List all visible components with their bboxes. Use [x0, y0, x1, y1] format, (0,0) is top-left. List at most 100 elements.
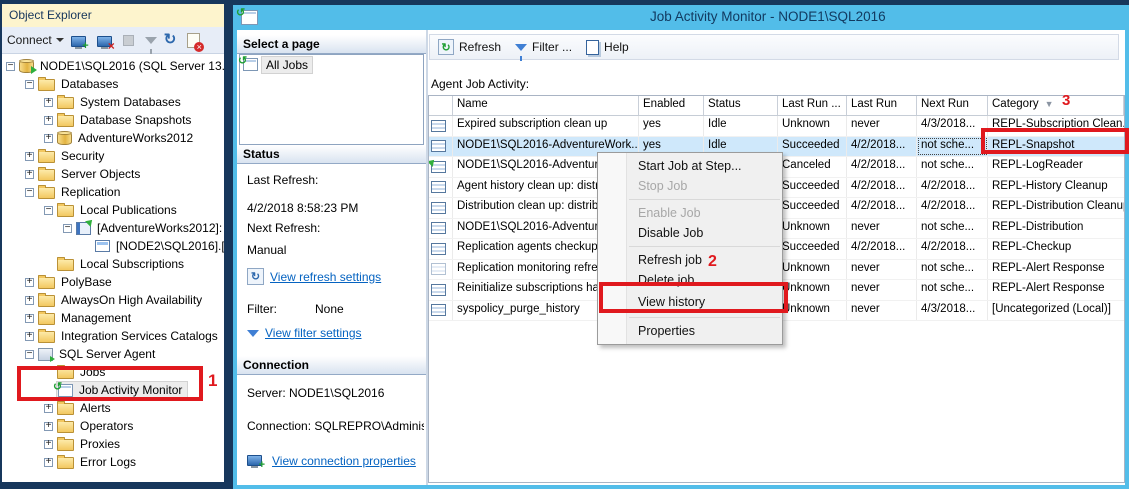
folder-icon	[57, 437, 74, 451]
folder-icon	[38, 185, 55, 199]
tree-item-sql-server-agent[interactable]: SQL Server Agent	[2, 345, 224, 363]
connection-header: Connection	[237, 356, 426, 375]
tree-item-server[interactable]: NODE1\SQL2016 (SQL Server 13.0.	[2, 57, 224, 75]
tree-item-server-objects[interactable]: Server Objects	[2, 165, 224, 183]
connect-button[interactable]: Connect	[7, 33, 64, 47]
collapse-icon[interactable]	[25, 349, 34, 359]
header-last-run-outcome[interactable]: Last Run ...	[778, 96, 847, 115]
page-item-all-jobs[interactable]: All Jobs	[238, 54, 423, 74]
job-icon	[431, 181, 446, 194]
expand-icon[interactable]	[44, 115, 53, 125]
filter-button[interactable]: Filter ...	[511, 38, 576, 61]
ssms-screen: Object Explorer Connect ↻ NODE1\SQL2016 …	[0, 0, 1129, 489]
all-jobs-icon	[238, 54, 258, 71]
tree-item-operators[interactable]: Operators	[2, 417, 224, 435]
job-icon	[431, 140, 446, 153]
tree-item-alwayson[interactable]: AlwaysOn High Availability	[2, 291, 224, 309]
menu-item-refresh-job[interactable]: Refresh job	[598, 250, 782, 270]
grid-header-row: Name Enabled Status Last Run ... Last Ru…	[429, 96, 1124, 116]
tree-item-databases[interactable]: Databases	[2, 75, 224, 93]
connect-server-icon[interactable]	[70, 35, 89, 52]
tree-item-system-databases[interactable]: System Databases	[2, 93, 224, 111]
expand-icon[interactable]	[44, 457, 53, 467]
view-connection-properties-link[interactable]: View connection properties	[247, 454, 424, 468]
expand-icon[interactable]	[44, 421, 53, 431]
header-last-run[interactable]: Last Run	[847, 96, 917, 115]
header-status[interactable]: Status	[704, 96, 778, 115]
view-refresh-settings-link[interactable]: ↻ View refresh settings	[247, 268, 424, 285]
header-next-run[interactable]: Next Run	[917, 96, 988, 115]
tree-item-replication[interactable]: Replication	[2, 183, 224, 201]
header-enabled[interactable]: Enabled	[639, 96, 704, 115]
expand-icon[interactable]	[25, 313, 34, 323]
menu-item-disable-job[interactable]: Disable Job	[598, 223, 782, 243]
tree-item-error-logs[interactable]: Error Logs	[2, 453, 224, 471]
menu-item-enable-job: Enable Job	[638, 206, 701, 220]
tree-item-subscription[interactable]: [NODE2\SQL2016].[	[2, 237, 224, 255]
tree-item-polybase[interactable]: PolyBase	[2, 273, 224, 291]
annotation-number-2: 2	[708, 253, 717, 270]
job-icon	[431, 201, 446, 214]
disconnect-server-icon[interactable]	[96, 35, 115, 53]
job-icon	[431, 119, 446, 132]
connection-properties-icon	[247, 454, 265, 468]
object-explorer-panel: Object Explorer Connect ↻ NODE1\SQL2016 …	[2, 4, 224, 482]
window-icon	[236, 6, 258, 25]
header-name[interactable]: Name	[453, 96, 639, 115]
stop-icon	[122, 34, 134, 46]
job-icon	[431, 304, 446, 317]
expand-icon[interactable]	[25, 151, 34, 161]
expand-icon[interactable]	[25, 169, 34, 179]
folder-icon	[57, 203, 74, 217]
collapse-icon[interactable]	[44, 205, 53, 215]
expand-icon[interactable]	[44, 133, 53, 143]
menu-separator	[629, 246, 780, 247]
tree-item-proxies[interactable]: Proxies	[2, 435, 224, 453]
expand-icon[interactable]	[25, 277, 34, 287]
menu-separator	[629, 199, 780, 200]
refresh-icon[interactable]: ↻	[164, 32, 177, 47]
job-disabled-icon	[431, 263, 446, 276]
select-a-page-pane: Select a page All Jobs Status Last Refre…	[237, 30, 428, 485]
window-title: Job Activity Monitor - NODE1\SQL2016	[650, 9, 886, 24]
menu-item-properties[interactable]: Properties	[598, 321, 782, 341]
tree-item-local-subscriptions[interactable]: Local Subscriptions	[2, 255, 224, 273]
expand-icon[interactable]	[44, 97, 53, 107]
pages-list: All Jobs	[238, 54, 424, 145]
help-button[interactable]: Help	[582, 38, 633, 57]
grid-caption: Agent Job Activity:	[431, 77, 530, 91]
tree-item-local-publications[interactable]: Local Publications	[2, 201, 224, 219]
connection-line: Connection: SQLREPRO\Administra	[247, 419, 424, 433]
expand-icon[interactable]	[25, 331, 34, 341]
filter-indicator-icon[interactable]: ▼	[1045, 99, 1054, 109]
expand-icon[interactable]	[25, 295, 34, 305]
collapse-icon[interactable]	[25, 79, 34, 89]
script-icon[interactable]	[187, 32, 205, 52]
folder-icon	[57, 419, 74, 433]
tree-item-alerts[interactable]: Alerts	[2, 399, 224, 417]
tree-item-database-snapshots[interactable]: Database Snapshots	[2, 111, 224, 129]
tree-item-management[interactable]: Management	[2, 309, 224, 327]
collapse-icon[interactable]	[25, 187, 34, 197]
expand-icon[interactable]	[44, 439, 53, 449]
refresh-button[interactable]: ↻ Refresh	[434, 37, 505, 57]
header-category[interactable]: Category ▼	[988, 96, 1124, 115]
folder-icon	[38, 77, 55, 91]
tree-item-adventureworks2012[interactable]: AdventureWorks2012	[2, 129, 224, 147]
expand-icon[interactable]	[44, 403, 53, 413]
collapse-icon[interactable]	[63, 223, 72, 233]
object-explorer-toolbar: Connect ↻	[2, 27, 224, 54]
refresh-icon: ↻	[438, 39, 454, 55]
chevron-down-icon	[55, 38, 64, 42]
job-icon	[431, 242, 446, 255]
tree-item-integration-services[interactable]: Integration Services Catalogs	[2, 327, 224, 345]
tree-item-security[interactable]: Security	[2, 147, 224, 165]
folder-icon	[38, 311, 55, 325]
folder-icon	[38, 149, 55, 163]
folder-icon	[38, 167, 55, 181]
view-filter-settings-link[interactable]: View filter settings	[247, 326, 424, 340]
folder-icon	[57, 401, 74, 415]
menu-item-start-job-at-step[interactable]: Start Job at Step...	[598, 156, 782, 176]
tree-item-publication[interactable]: [AdventureWorks2012]:	[2, 219, 224, 237]
collapse-icon[interactable]	[6, 61, 15, 71]
